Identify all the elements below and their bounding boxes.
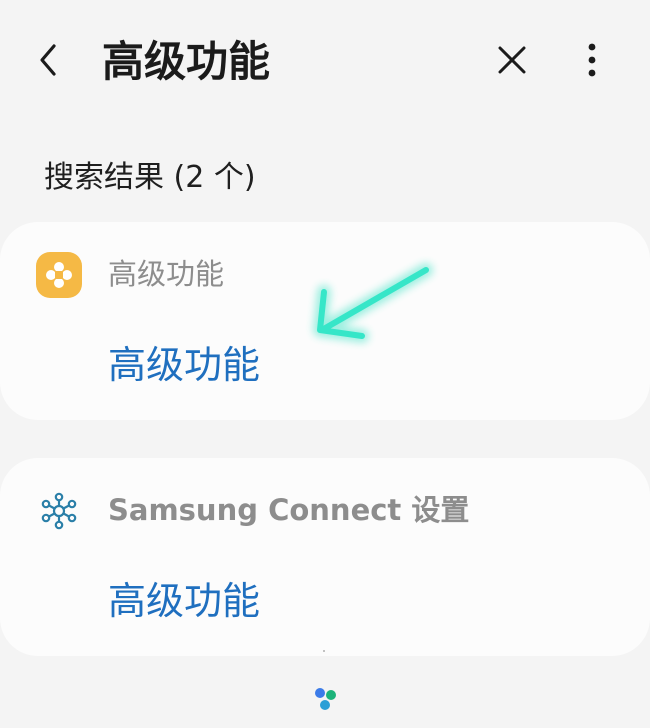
search-results-label: 搜索结果 (2 个) [44,160,256,195]
more-vertical-icon [588,43,596,77]
result-category: Samsung Connect 设置 [108,493,470,527]
assistant-icon[interactable] [310,684,340,714]
search-result-card[interactable]: 高级功能 高级功能 [0,222,650,420]
result-category: 高级功能 [108,257,225,291]
back-button[interactable] [28,38,72,82]
result-link[interactable]: 高级功能 [108,340,260,390]
more-options-button[interactable] [574,38,610,82]
chevron-left-icon [40,44,56,76]
divider-dot [323,650,325,652]
advanced-features-icon [36,252,82,298]
connected-devices-icon [36,488,82,534]
search-result-card[interactable]: Samsung Connect 设置 高级功能 [0,458,650,656]
page-title: 高级功能 [102,37,271,86]
result-link[interactable]: 高级功能 [108,576,260,626]
app-bar: 高级功能 [0,0,650,124]
close-button[interactable] [490,38,534,82]
close-icon [498,46,526,74]
